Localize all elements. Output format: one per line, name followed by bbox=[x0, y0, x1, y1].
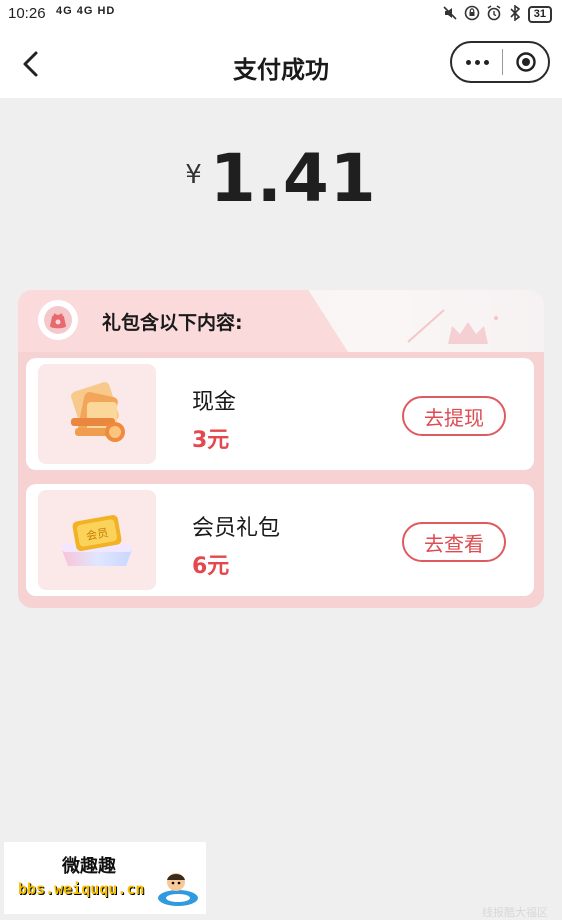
target-circle-icon bbox=[515, 52, 536, 72]
red-envelope-bag-icon bbox=[44, 306, 72, 334]
site-watermark: 微趣趣 bbs.weiququ.cn bbox=[4, 842, 206, 914]
status-icons: 31 bbox=[442, 4, 552, 24]
mute-icon bbox=[442, 5, 458, 24]
alarm-icon bbox=[486, 5, 502, 24]
watermark-url: bbs.weiququ.cn bbox=[18, 880, 145, 898]
nav-bar: 支付成功 bbox=[0, 30, 562, 98]
status-bar: 10:26 4G 4G HD 31 bbox=[0, 0, 562, 30]
mini-program-capsule bbox=[450, 41, 550, 83]
watermark-title: 微趣趣 bbox=[62, 856, 116, 877]
vip-ticket-icon: 会员 bbox=[62, 515, 132, 566]
amount-value: 1.41 bbox=[209, 140, 377, 217]
bluetooth-icon bbox=[508, 4, 522, 24]
network-indicator: 4G 4G HD bbox=[56, 5, 116, 17]
battery-indicator: 31 bbox=[527, 6, 552, 23]
corner-watermark: 线报酷大福区 bbox=[482, 906, 548, 919]
gift-item-value: 3元 bbox=[192, 428, 230, 453]
gift-badge bbox=[38, 300, 78, 340]
view-button[interactable]: 去查看 bbox=[402, 522, 506, 562]
close-miniprogram-button[interactable] bbox=[503, 51, 548, 73]
more-dot-icon bbox=[474, 59, 480, 65]
gift-title: 礼包含以下内容: bbox=[102, 312, 243, 334]
withdraw-button[interactable]: 去提现 bbox=[402, 396, 506, 436]
lock-rotation-icon bbox=[464, 5, 480, 24]
gift-item-thumbnail: 会员 bbox=[38, 490, 156, 590]
gift-item-thumbnail bbox=[38, 364, 156, 464]
gift-item-name: 会员礼包 bbox=[192, 516, 281, 541]
status-time: 10:26 bbox=[8, 5, 46, 22]
more-dot-icon bbox=[465, 59, 471, 65]
gift-item-value: 6元 bbox=[192, 554, 230, 579]
gift-package-card: 礼包含以下内容: 现金 3元 去提现 会员 会员礼包 6元 去查看 bbox=[18, 290, 544, 608]
more-dot-icon bbox=[483, 59, 489, 65]
cash-envelope-icon bbox=[71, 382, 125, 442]
currency-symbol: ¥ bbox=[185, 160, 202, 190]
payment-amount: ¥1.41 bbox=[0, 140, 562, 217]
more-button[interactable] bbox=[452, 43, 502, 81]
gift-item-vip: 会员 会员礼包 6元 去查看 bbox=[26, 484, 534, 596]
crown-decoration-icon bbox=[407, 309, 498, 344]
mascot-icon bbox=[158, 873, 198, 906]
gift-item-cash: 现金 3元 去提现 bbox=[26, 358, 534, 470]
gift-item-name: 现金 bbox=[192, 390, 237, 415]
